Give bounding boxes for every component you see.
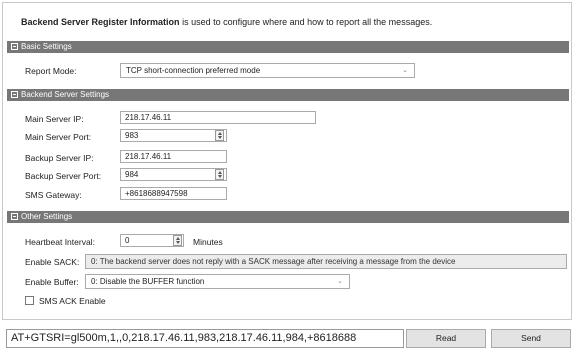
command-input[interactable]: AT+GTSRI=gl500m,1,,0,218.17.46.11,983,21… [6,329,404,348]
spinner-arrows-icon[interactable] [215,169,224,180]
report-mode-select[interactable]: TCP short-connection preferred mode ⌄ [120,63,415,78]
main-server-port-label: Main Server Port: [25,132,92,142]
send-button[interactable]: Send [491,329,571,348]
settings-panel: Backend Server Register Information is u… [2,2,572,320]
sms-gateway-label: SMS Gateway: [25,190,82,200]
backup-server-ip-input[interactable]: 218.17.46.11 [120,150,227,163]
read-button[interactable]: Read [406,329,486,348]
backup-server-port-input[interactable]: 984 [120,168,227,181]
main-server-ip-input[interactable]: 218.17.46.11 [120,111,316,124]
enable-buffer-select[interactable]: 0: Disable the BUFFER function ⌄ [85,274,350,289]
section-backend-server-settings[interactable]: Backend Server Settings [7,89,569,101]
enable-sack-label: Enable SACK: [25,257,80,267]
spinner-arrows-icon[interactable] [215,130,224,141]
info-description: is used to configure where and how to re… [179,17,433,27]
report-mode-value: TCP short-connection preferred mode [126,66,261,75]
collapse-box-icon[interactable] [11,43,18,50]
section-other-label: Other Settings [21,212,73,221]
enable-sack-select[interactable]: 0: The backend server does not reply wit… [85,254,567,269]
report-mode-label: Report Mode: [25,66,77,76]
sms-ack-checkbox[interactable] [25,296,34,305]
heartbeat-unit-label: Minutes [193,237,223,247]
collapse-box-icon[interactable] [11,213,18,220]
section-other-settings[interactable]: Other Settings [7,211,569,223]
enable-sack-value: 0: The backend server does not reply wit… [91,257,456,266]
spinner-arrows-icon[interactable] [173,235,182,246]
main-server-port-input[interactable]: 983 [120,129,227,142]
info-title: Backend Server Register Information [21,17,180,27]
section-backend-label: Backend Server Settings [21,90,110,99]
sms-ack-label: SMS ACK Enable [39,296,106,306]
main-server-ip-label: Main Server IP: [25,114,84,124]
backup-server-port-label: Backup Server Port: [25,171,102,181]
chevron-down-icon: ⌄ [337,278,343,285]
collapse-box-icon[interactable] [11,91,18,98]
sms-gateway-input[interactable]: +8618688947598 [120,187,227,200]
enable-buffer-value: 0: Disable the BUFFER function [91,277,205,286]
heartbeat-interval-label: Heartbeat Interval: [25,237,95,247]
enable-buffer-label: Enable Buffer: [25,277,79,287]
section-basic-label: Basic Settings [21,42,72,51]
backup-server-ip-label: Backup Server IP: [25,153,94,163]
section-basic-settings[interactable]: Basic Settings [7,41,569,53]
info-text: Backend Server Register Information is u… [21,17,432,27]
chevron-down-icon: ⌄ [402,67,408,74]
